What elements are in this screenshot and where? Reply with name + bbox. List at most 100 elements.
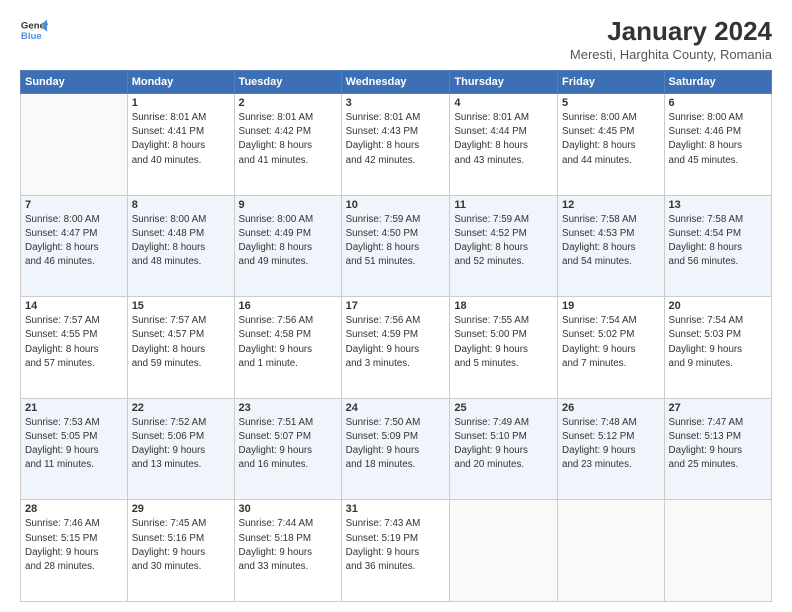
calendar-cell [450,500,558,602]
day-number: 18 [454,300,553,312]
day-info: Sunrise: 7:49 AMSunset: 5:10 PMDaylight:… [454,416,553,473]
calendar-cell: 21Sunrise: 7:53 AMSunset: 5:05 PMDayligh… [21,398,128,500]
day-info: Sunrise: 7:46 AMSunset: 5:15 PMDaylight:… [25,517,123,574]
calendar-cell: 6 Sunrise: 8:00 AMSunset: 4:46 PMDaylight… [664,94,771,196]
calendar-cell: 13 Sunrise: 7:58 AMSunset: 4:54 PMDayligh… [664,195,771,297]
calendar-week-row: 28 Sunrise: 7:46 AMSunset: 5:15 PMDayligh… [21,500,772,602]
calendar-cell: 14 Sunrise: 7:57 AMSunset: 4:55 PMDayligh… [21,297,128,399]
day-info: Sunrise: 7:53 AMSunset: 5:05 PMDaylight:… [25,416,123,473]
calendar-cell: 12Sunrise: 7:58 AMSunset: 4:53 PMDayligh… [558,195,665,297]
day-info: Sunrise: 7:54 AMSunset: 5:02 PMDaylight:… [562,314,660,371]
day-number: 14 [25,300,123,312]
col-header-saturday: Saturday [664,71,771,94]
day-info: Sunrise: 8:00 AMSunset: 4:46 PMDaylight:… [669,111,767,168]
calendar-cell: 26Sunrise: 7:48 AMSunset: 5:12 PMDayligh… [558,398,665,500]
day-number: 8 [132,199,230,211]
calendar-cell: 7Sunrise: 8:00 AMSunset: 4:47 PMDaylight… [21,195,128,297]
calendar-cell [21,94,128,196]
day-number: 2 [239,97,337,109]
col-header-wednesday: Wednesday [341,71,450,94]
calendar-table: SundayMondayTuesdayWednesdayThursdayFrid… [20,70,772,602]
calendar-cell: 29 Sunrise: 7:45 AMSunset: 5:16 PMDayligh… [127,500,234,602]
col-header-sunday: Sunday [21,71,128,94]
day-number: 1 [132,97,230,109]
calendar-cell: 27 Sunrise: 7:47 AMSunset: 5:13 PMDayligh… [664,398,771,500]
calendar-cell: 3Sunrise: 8:01 AMSunset: 4:43 PMDaylight… [341,94,450,196]
day-info: Sunrise: 7:56 AMSunset: 4:59 PMDaylight:… [346,314,446,371]
day-info: Sunrise: 7:50 AMSunset: 5:09 PMDaylight:… [346,416,446,473]
day-number: 20 [669,300,767,312]
day-number: 10 [346,199,446,211]
logo-icon: General Blue [20,16,48,44]
day-info: Sunrise: 8:01 AMSunset: 4:41 PMDaylight:… [132,111,230,168]
calendar-cell: 17 Sunrise: 7:56 AMSunset: 4:59 PMDayligh… [341,297,450,399]
day-number: 30 [239,503,337,515]
calendar-week-row: 1 Sunrise: 8:01 AMSunset: 4:41 PMDaylight… [21,94,772,196]
day-number: 17 [346,300,446,312]
day-number: 27 [669,402,767,414]
calendar-cell: 9 Sunrise: 8:00 AMSunset: 4:49 PMDaylight… [234,195,341,297]
col-header-tuesday: Tuesday [234,71,341,94]
page: General Blue January 2024 Meresti, Hargh… [0,0,792,612]
calendar-cell: 25 Sunrise: 7:49 AMSunset: 5:10 PMDayligh… [450,398,558,500]
calendar-cell: 28 Sunrise: 7:46 AMSunset: 5:15 PMDayligh… [21,500,128,602]
calendar-week-row: 14 Sunrise: 7:57 AMSunset: 4:55 PMDayligh… [21,297,772,399]
day-info: Sunrise: 7:54 AMSunset: 5:03 PMDaylight:… [669,314,767,371]
day-info: Sunrise: 7:57 AMSunset: 4:57 PMDaylight:… [132,314,230,371]
col-header-thursday: Thursday [450,71,558,94]
day-info: Sunrise: 7:44 AMSunset: 5:18 PMDaylight:… [239,517,337,574]
calendar-cell: 23 Sunrise: 7:51 AMSunset: 5:07 PMDayligh… [234,398,341,500]
day-number: 13 [669,199,767,211]
subtitle: Meresti, Harghita County, Romania [570,47,772,62]
day-number: 29 [132,503,230,515]
day-info: Sunrise: 8:00 AMSunset: 4:49 PMDaylight:… [239,213,337,270]
day-info: Sunrise: 7:59 AMSunset: 4:52 PMDaylight:… [454,213,553,270]
col-header-monday: Monday [127,71,234,94]
calendar-cell: 1 Sunrise: 8:01 AMSunset: 4:41 PMDaylight… [127,94,234,196]
day-number: 24 [346,402,446,414]
day-info: Sunrise: 7:43 AMSunset: 5:19 PMDaylight:… [346,517,446,574]
day-number: 12 [562,199,660,211]
day-number: 23 [239,402,337,414]
day-number: 6 [669,97,767,109]
day-number: 22 [132,402,230,414]
day-number: 4 [454,97,553,109]
day-info: Sunrise: 7:47 AMSunset: 5:13 PMDaylight:… [669,416,767,473]
day-info: Sunrise: 7:57 AMSunset: 4:55 PMDaylight:… [25,314,123,371]
calendar-cell: 11 Sunrise: 7:59 AMSunset: 4:52 PMDayligh… [450,195,558,297]
day-info: Sunrise: 7:58 AMSunset: 4:54 PMDaylight:… [669,213,767,270]
day-number: 19 [562,300,660,312]
calendar-cell: 31Sunrise: 7:43 AMSunset: 5:19 PMDayligh… [341,500,450,602]
calendar-cell [558,500,665,602]
day-number: 16 [239,300,337,312]
day-info: Sunrise: 7:55 AMSunset: 5:00 PMDaylight:… [454,314,553,371]
day-number: 15 [132,300,230,312]
calendar-cell: 30 Sunrise: 7:44 AMSunset: 5:18 PMDayligh… [234,500,341,602]
day-number: 9 [239,199,337,211]
calendar-cell: 19 Sunrise: 7:54 AMSunset: 5:02 PMDayligh… [558,297,665,399]
day-info: Sunrise: 8:00 AMSunset: 4:47 PMDaylight:… [25,213,123,270]
calendar-cell: 16Sunrise: 7:56 AMSunset: 4:58 PMDayligh… [234,297,341,399]
day-number: 5 [562,97,660,109]
day-number: 25 [454,402,553,414]
day-info: Sunrise: 8:01 AMSunset: 4:44 PMDaylight:… [454,111,553,168]
day-number: 26 [562,402,660,414]
title-block: January 2024 Meresti, Harghita County, R… [570,16,772,62]
col-header-friday: Friday [558,71,665,94]
calendar-cell: 2Sunrise: 8:01 AMSunset: 4:42 PMDaylight… [234,94,341,196]
day-info: Sunrise: 8:00 AMSunset: 4:48 PMDaylight:… [132,213,230,270]
calendar-cell [664,500,771,602]
calendar-cell: 24 Sunrise: 7:50 AMSunset: 5:09 PMDayligh… [341,398,450,500]
calendar-cell: 20 Sunrise: 7:54 AMSunset: 5:03 PMDayligh… [664,297,771,399]
day-number: 28 [25,503,123,515]
calendar-week-row: 21Sunrise: 7:53 AMSunset: 5:05 PMDayligh… [21,398,772,500]
day-info: Sunrise: 7:59 AMSunset: 4:50 PMDaylight:… [346,213,446,270]
day-info: Sunrise: 7:45 AMSunset: 5:16 PMDaylight:… [132,517,230,574]
calendar-week-row: 7Sunrise: 8:00 AMSunset: 4:47 PMDaylight… [21,195,772,297]
day-info: Sunrise: 7:51 AMSunset: 5:07 PMDaylight:… [239,416,337,473]
month-title: January 2024 [570,16,772,47]
day-info: Sunrise: 7:52 AMSunset: 5:06 PMDaylight:… [132,416,230,473]
calendar-cell: 10 Sunrise: 7:59 AMSunset: 4:50 PMDayligh… [341,195,450,297]
day-number: 11 [454,199,553,211]
header: General Blue January 2024 Meresti, Hargh… [20,16,772,62]
